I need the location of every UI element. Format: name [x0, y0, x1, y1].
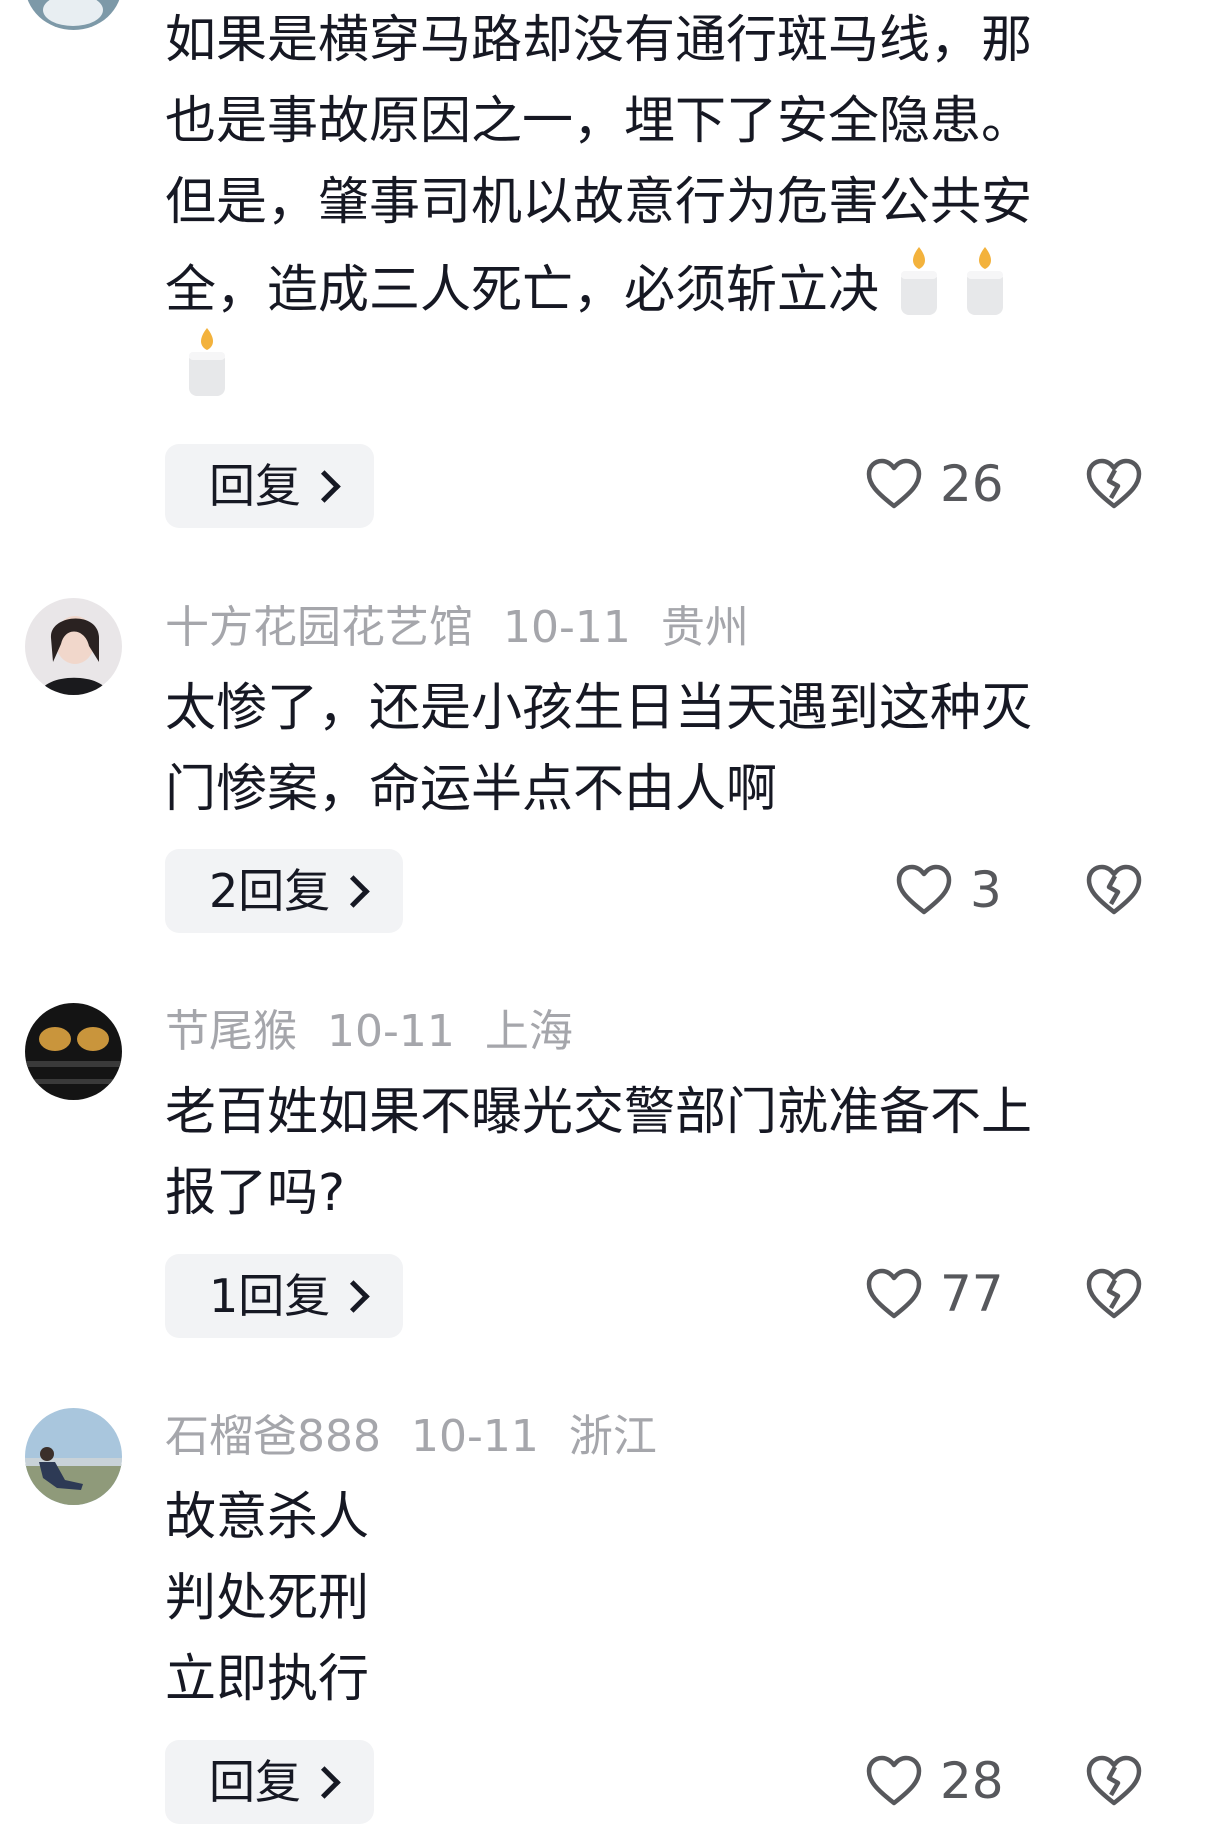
- like-count: 26: [940, 455, 1004, 513]
- username[interactable]: 节尾猴: [165, 1006, 297, 1057]
- comment-line: 全，造成三人死亡，必须斩立决: [165, 243, 1032, 324]
- username[interactable]: 石榴爸888: [165, 1411, 381, 1462]
- comment-location: 贵州: [660, 602, 749, 653]
- like-count: 28: [940, 1752, 1004, 1810]
- reply-button[interactable]: 回复: [165, 1740, 374, 1824]
- username[interactable]: 十方花园花艺馆: [165, 602, 473, 653]
- candle-icon: [959, 243, 1011, 343]
- like-count: 3: [970, 861, 1002, 919]
- comment-text: 故意杀人 判处死刑 立即执行: [165, 1477, 369, 1720]
- comment-date: 10-11: [327, 1006, 455, 1057]
- comment-date: 10-11: [503, 602, 631, 653]
- candle-icon: [181, 324, 233, 424]
- comment-line: 如果是横穿马路却没有通行斑马线，那: [165, 11, 1033, 70]
- like-button[interactable]: 26: [866, 454, 1004, 514]
- comment-meta: 十方花园花艺馆 10-11 贵州: [165, 598, 779, 658]
- dislike-button[interactable]: [1086, 458, 1142, 510]
- comment-line: 但是，肇事司机以故意行为危害公共安: [165, 173, 1033, 232]
- broken-heart-icon: [1086, 864, 1142, 915]
- comment-line: 太惨了，还是小孩生日当天遇到这种灭: [165, 679, 1033, 738]
- comment-location: 浙江: [568, 1411, 657, 1462]
- comment-text: 太惨了，还是小孩生日当天遇到这种灭 门惨案，命运半点不由人啊: [165, 668, 1032, 830]
- comment-line: 立即执行: [165, 1650, 370, 1709]
- comment-line: 门惨案，命运半点不由人啊: [165, 760, 778, 819]
- like-button[interactable]: 3: [896, 860, 1002, 920]
- chevron-right-icon: [337, 1280, 371, 1313]
- avatar[interactable]: [25, 598, 122, 695]
- comment-meta: 节尾猴 10-11 上海: [165, 1002, 603, 1062]
- like-button[interactable]: 28: [866, 1751, 1004, 1811]
- broken-heart-icon: [1086, 1755, 1142, 1806]
- broken-heart-icon: [1086, 458, 1142, 509]
- comment-line: 也是事故原因之一，埋下了安全隐患。: [165, 92, 1033, 151]
- chevron-right-icon: [308, 1766, 341, 1799]
- like-button[interactable]: 77: [866, 1264, 1004, 1324]
- avatar[interactable]: [25, 1003, 122, 1100]
- comment-line: 老百姓如果不曝光交警部门就准备不上: [165, 1083, 1033, 1142]
- heart-icon: [866, 1755, 922, 1807]
- comment-line: 判处死刑: [165, 1569, 370, 1628]
- reply-label: 1回复: [209, 1269, 331, 1323]
- like-count: 77: [940, 1265, 1004, 1323]
- dislike-button[interactable]: [1086, 1755, 1142, 1807]
- heart-icon: [866, 458, 922, 510]
- reply-button[interactable]: 2回复: [165, 849, 404, 933]
- chevron-right-icon: [308, 470, 341, 503]
- dislike-button[interactable]: [1086, 864, 1142, 916]
- heart-icon: [866, 1268, 922, 1320]
- comment-text: 如果是横穿马路却没有通行斑马线，那 也是事故原因之一，埋下了安全隐患。 但是，肇…: [165, 0, 1032, 424]
- avatar[interactable]: [25, 1408, 122, 1505]
- broken-heart-icon: [1086, 1268, 1142, 1319]
- comment-text: 老百姓如果不曝光交警部门就准备不上 报了吗?: [165, 1072, 1032, 1234]
- dislike-button[interactable]: [1086, 1268, 1142, 1320]
- comment-line-text: 全，造成三人死亡，必须斩立决: [165, 261, 880, 320]
- comment-date: 10-11: [410, 1411, 539, 1462]
- avatar[interactable]: [25, 0, 122, 30]
- heart-icon: [896, 864, 952, 916]
- candle-icon: [893, 243, 945, 343]
- reply-label: 回复: [209, 1755, 301, 1809]
- reply-label: 2回复: [209, 864, 331, 918]
- comment-meta: 石榴爸888 10-11 浙江: [165, 1407, 687, 1467]
- reply-button[interactable]: 回复: [165, 444, 374, 528]
- comment-line: 报了吗?: [165, 1164, 346, 1223]
- comment-line: 故意杀人: [165, 1488, 370, 1547]
- chevron-right-icon: [337, 875, 371, 908]
- reply-label: 回复: [209, 459, 301, 513]
- comment-location: 上海: [484, 1006, 573, 1057]
- reply-button[interactable]: 1回复: [165, 1254, 404, 1338]
